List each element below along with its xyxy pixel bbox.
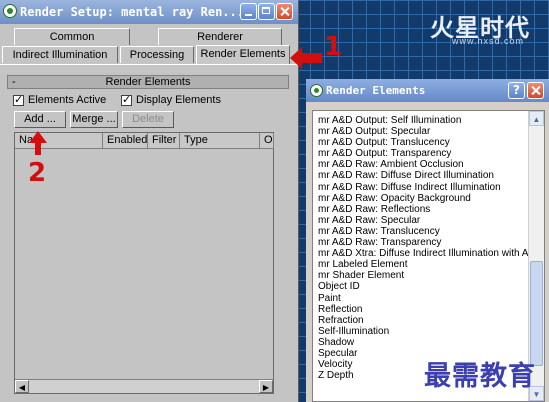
scroll-thumb[interactable] — [530, 261, 543, 366]
element-type-item[interactable]: mr A&D Output: Translucency — [313, 137, 528, 148]
render-elements-title: Render Elements — [326, 84, 426, 97]
element-type-item[interactable]: Reflection — [313, 304, 528, 315]
element-type-item[interactable]: mr A&D Raw: Reflections — [313, 204, 528, 215]
element-type-item[interactable]: mr A&D Raw: Diffuse Indirect Illuminatio… — [313, 182, 528, 193]
element-type-item[interactable]: mr Shader Element — [313, 270, 528, 281]
element-type-item[interactable]: mr A&D Raw: Translucency — [313, 226, 528, 237]
3dsmax-app-icon — [310, 84, 323, 97]
close-icon[interactable] — [527, 82, 544, 99]
element-type-item[interactable]: mr A&D Raw: Diffuse Direct Illumination — [313, 170, 528, 181]
element-type-item[interactable]: Refraction — [313, 315, 528, 326]
element-type-item[interactable]: Object ID — [313, 281, 528, 292]
scroll-up-icon[interactable]: ▲ — [529, 111, 544, 126]
annotation-step-1: 1 — [324, 32, 343, 62]
element-type-item[interactable]: Paint — [313, 293, 528, 304]
element-type-items: mr A&D Output: Self Illumination mr A&D O… — [313, 115, 536, 381]
arrow-2-icon — [29, 131, 47, 155]
element-type-item[interactable]: mr A&D Raw: Opacity Background — [313, 193, 528, 204]
watermark-text: 最需教育 — [424, 361, 536, 392]
annotation-step-2: 2 — [28, 158, 47, 188]
element-type-item[interactable]: mr A&D Output: Self Illumination — [313, 115, 528, 126]
help-icon[interactable]: ? — [508, 82, 525, 99]
element-type-item[interactable]: mr A&D Raw: Specular — [313, 215, 528, 226]
element-type-item[interactable]: mr Labeled Element — [313, 259, 528, 270]
element-type-item[interactable]: mr A&D Xtra: Diffuse Indirect Illuminati… — [313, 248, 536, 259]
element-type-item[interactable]: Shadow — [313, 337, 528, 348]
render-elements-titlebar[interactable]: Render Elements ? — [306, 79, 549, 102]
element-type-item[interactable]: mr A&D Output: Specular — [313, 126, 528, 137]
element-type-item[interactable]: Self-Illumination — [313, 326, 528, 337]
element-type-item[interactable]: mr A&D Raw: Ambient Occlusion — [313, 159, 528, 170]
arrow-1-icon — [290, 47, 322, 69]
element-type-item[interactable]: mr A&D Output: Transparency — [313, 148, 528, 159]
element-type-item[interactable]: mr A&D Raw: Transparency — [313, 237, 528, 248]
